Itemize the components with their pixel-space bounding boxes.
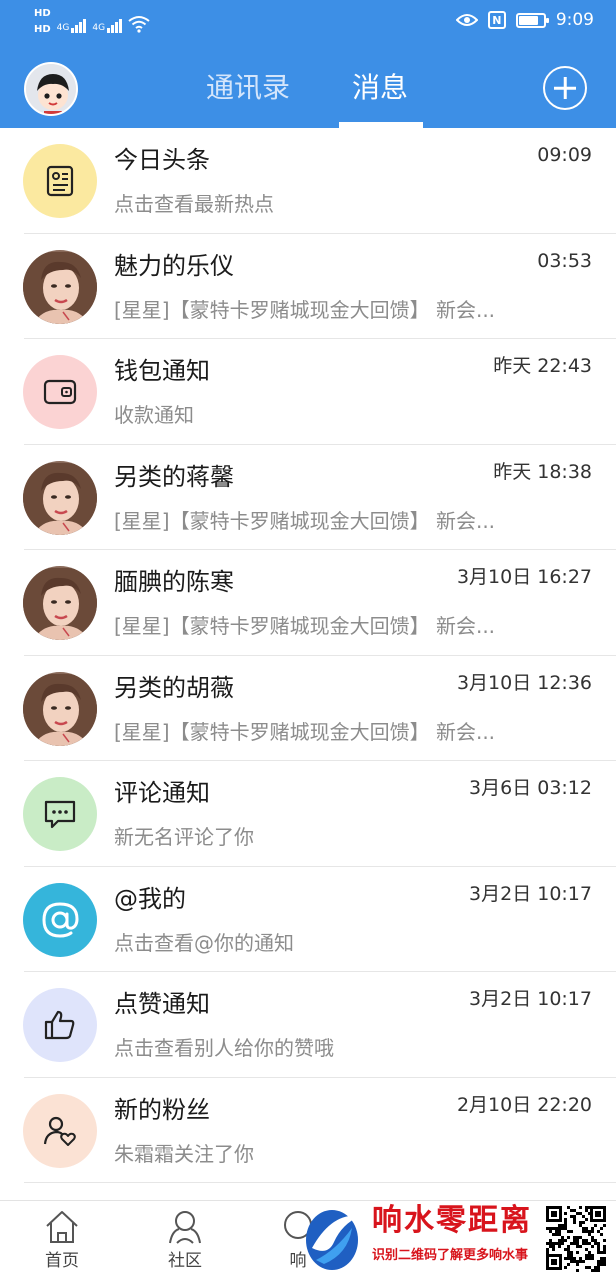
nav-home[interactable]: 首页 [22,1207,102,1273]
message-time: 3月2日 10:17 [469,988,592,1010]
user-photo-avatar [23,671,97,746]
add-button[interactable] [543,66,587,110]
message-row[interactable]: 新的粉丝 2月10日 22:20 朱霜霜关注了你 [0,1078,616,1183]
message-time: 09:09 [537,144,592,166]
nav-home-label: 首页 [45,1251,79,1271]
watermark-subtitle: 识别二维码了解更多响水事 [372,1248,529,1263]
community-icon [169,1211,201,1244]
tab-messages[interactable]: 消息 [352,68,408,108]
home-icon [46,1211,78,1243]
message-sender-name: 钱包通知 [114,357,210,385]
qr-code-icon [544,1204,608,1272]
message-row[interactable]: 腼腆的陈寒 3月10日 16:27 [星星]【蒙特卡罗赌城现金大回馈】 新会... [0,550,616,656]
message-preview: [星星]【蒙特卡罗赌城现金大回馈】 新会... [114,614,496,638]
message-sender-name: 魅力的乐仪 [114,251,234,280]
message-time: 昨天 18:38 [493,460,592,483]
message-preview: [星星]【蒙特卡罗赌城现金大回馈】 新会... [114,719,496,744]
nav-community-label: 社区 [168,1251,202,1271]
message-time: 3月2日 10:17 [469,882,592,905]
message-row[interactable]: 另类的胡薇 3月10日 12:36 [星星]【蒙特卡罗赌城现金大回馈】 新会... [0,656,616,761]
status-time: 9:09 [555,10,594,30]
message-sender-name: 另类的蒋馨 [114,462,234,491]
message-row[interactable]: 今日头条 09:09 点击查看最新热点 [0,128,616,234]
message-list: 今日头条 09:09 点击查看最新热点魅力的乐仪 03:53 [星星]【蒙特卡罗赌城现金… [0,128,616,1183]
message-sender-name: 评论通知 [114,779,210,807]
nav-community[interactable]: 社区 [145,1207,225,1273]
user-photo-avatar [23,249,97,324]
hd-label-2: HD [34,24,51,35]
message-preview: 新无名评论了你 [114,825,254,849]
message-row[interactable]: 魅力的乐仪 03:53 [星星]【蒙特卡罗赌城现金大回馈】 新会... [0,234,616,339]
message-sender-name: 腼腆的陈寒 [114,568,234,596]
message-time: 3月6日 03:12 [469,777,592,799]
message-preview: 点击查看@你的通知 [114,930,294,955]
status-bar: HD HD 4G 4G N 9:09 [0,0,616,46]
thumbs-up-icon [23,988,97,1062]
watermark-title: 响水零距离 [372,1203,532,1238]
signal-bars-icon [107,17,123,33]
app-header: HD HD 4G 4G N 9:09 通讯录 消息 [0,0,616,128]
battery-icon [515,12,549,28]
message-row[interactable]: @我的 3月2日 10:17 点击查看@你的通知 [0,867,616,972]
comment-icon [23,777,97,851]
message-sender-name: @我的 [114,884,186,913]
message-preview: 点击查看别人给你的赞哦 [114,1036,334,1060]
follower-icon [23,1093,97,1168]
message-sender-name: 新的粉丝 [114,1095,210,1124]
row-divider [24,1182,616,1183]
news-icon [23,144,97,218]
tab-contacts[interactable]: 通讯录 [206,68,290,108]
message-row[interactable]: 钱包通知 昨天 22:43 收款通知 [0,339,616,445]
message-row[interactable]: 评论通知 3月6日 03:12 新无名评论了你 [0,761,616,867]
signal-bars-icon [71,17,87,33]
watermark-overlay: 响水零距离 识别二维码了解更多响水事 [296,1196,616,1280]
at-icon [23,882,97,957]
message-sender-name: 另类的胡薇 [114,673,234,702]
message-time: 03:53 [537,249,592,272]
eye-comfort-icon [455,14,478,26]
signal-1: 4G [57,17,87,33]
message-time: 昨天 22:43 [493,355,592,377]
nfc-icon: N [487,11,506,29]
message-preview: 收款通知 [114,403,194,427]
message-preview: [星星]【蒙特卡罗赌城现金大回馈】 新会... [114,297,496,322]
net-label-2: 4G [92,23,106,33]
message-row[interactable]: 另类的蒋馨 昨天 18:38 [星星]【蒙特卡罗赌城现金大回馈】 新会... [0,445,616,550]
message-preview: 朱霜霜关注了你 [114,1141,254,1166]
hd-label-1: HD [34,8,51,19]
hd-indicator: HD HD [34,6,51,38]
message-time: 3月10日 16:27 [456,566,592,588]
message-time: 3月10日 12:36 [456,671,592,694]
signal-2: 4G [92,17,123,33]
wifi-icon [128,16,150,33]
status-bar-left: HD HD 4G 4G [34,6,150,38]
top-nav: 通讯录 消息 [0,46,616,128]
message-preview: 点击查看最新热点 [114,192,274,216]
status-bar-right: N 9:09 [455,10,594,30]
watermark-logo-icon [306,1210,360,1270]
user-photo-avatar [23,566,97,640]
wallet-icon [23,355,97,429]
message-preview: [星星]【蒙特卡罗赌城现金大回馈】 新会... [114,508,496,533]
my-avatar[interactable] [24,62,78,116]
message-sender-name: 今日头条 [114,146,210,174]
cartoon-avatar-icon [26,64,76,114]
net-label-1: 4G [56,23,70,33]
message-sender-name: 点赞通知 [114,990,210,1018]
message-time: 2月10日 22:20 [456,1093,592,1116]
user-photo-avatar [23,460,97,535]
message-row[interactable]: 点赞通知 3月2日 10:17 点击查看别人给你的赞哦 [0,972,616,1078]
